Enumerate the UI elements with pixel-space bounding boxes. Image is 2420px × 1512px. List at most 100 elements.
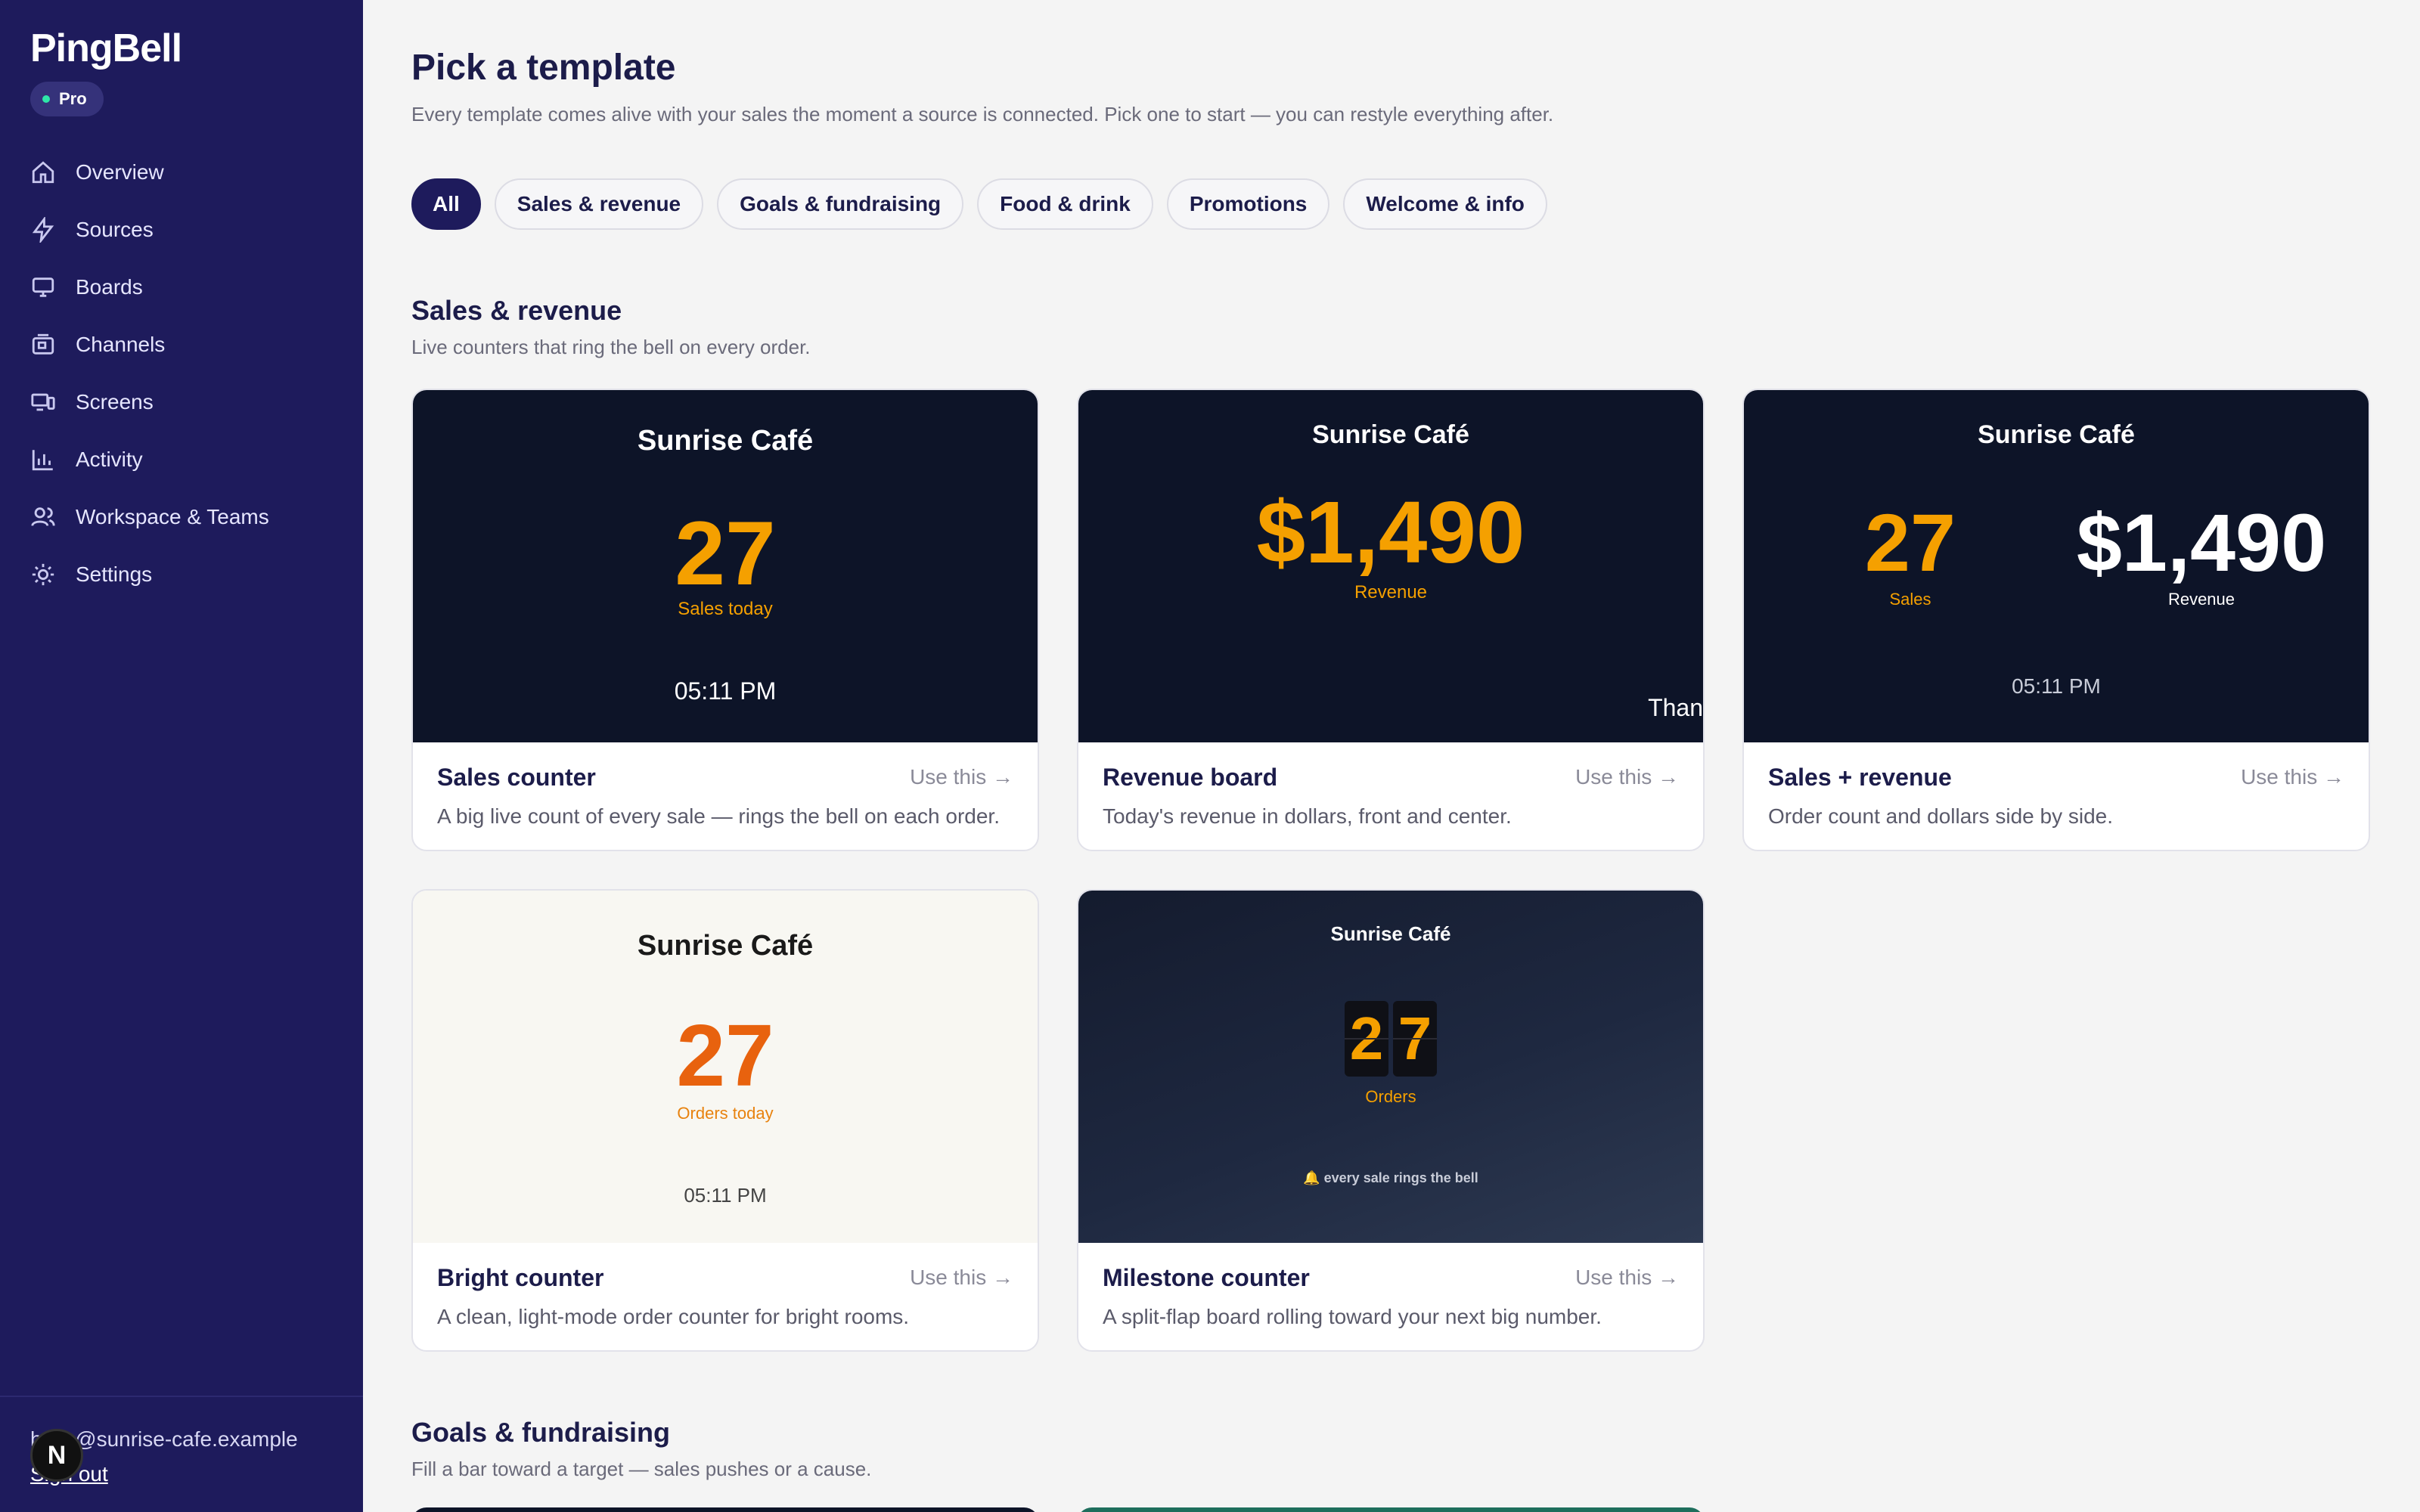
sidebar-item-label: Sources: [76, 218, 154, 241]
card-description: A big live count of every sale — rings t…: [437, 804, 1000, 828]
sidebar-item-label: Channels: [76, 333, 166, 356]
template-preview: Sunrise Café 27 Sales today 05:11 PM: [413, 390, 1038, 742]
template-preview: Sunrise Café 27 Orders today 05:11 PM: [413, 891, 1038, 1243]
split-flap-display: 2 7: [1345, 1001, 1437, 1077]
template-card-milestone-counter[interactable]: Sunrise Café 2 7 Orders 🔔 every sale rin…: [1077, 889, 1705, 1352]
card-footer: Revenue board Use this → Today's revenue…: [1103, 742, 1679, 850]
flap-digit: 7: [1393, 1001, 1437, 1077]
card-description: A clean, light-mode order counter for br…: [437, 1305, 910, 1328]
preview-venue-name: Sunrise Café: [1330, 922, 1451, 945]
sidebar-item-label: Settings: [76, 562, 153, 586]
card-title: Milestone counter: [1103, 1264, 1310, 1291]
monitor-icon: [30, 274, 56, 300]
channels-icon: [30, 332, 56, 358]
card-footer: Milestone counter Use this → A split-fla…: [1103, 1243, 1679, 1350]
preview-time: 05:11 PM: [2012, 674, 2101, 698]
brand-logo[interactable]: PingBell: [30, 26, 182, 71]
template-card-goal-partial[interactable]: [411, 1507, 1039, 1512]
section-subtitle-sales: Live counters that ring the bell on ever…: [411, 336, 811, 358]
chart-icon: [30, 447, 56, 472]
sidebar-item-channels[interactable]: Channels: [30, 316, 333, 373]
sidebar-item-label: Workspace & Teams: [76, 505, 269, 528]
preview-revenue: $1,490: [1256, 483, 1525, 581]
template-card-revenue-board[interactable]: Sunrise Café $1,490 Revenue Than Revenue…: [1077, 389, 1705, 851]
preview-revenue: $1,490: [2076, 497, 2327, 588]
card-footer: Sales + revenue Use this → Order count a…: [1768, 742, 2344, 850]
sidebar-item-overview[interactable]: Overview: [30, 144, 333, 201]
filter-welcome-info[interactable]: Welcome & info: [1343, 178, 1547, 230]
preview-caption: Orders today: [677, 1104, 774, 1123]
preview-revenue-caption: Revenue: [2167, 590, 2235, 609]
card-title: Sales counter: [437, 764, 596, 791]
preview-venue-name: Sunrise Café: [1312, 420, 1469, 449]
preview-tagline: 🔔 every sale rings the bell: [1303, 1170, 1478, 1185]
filter-promotions[interactable]: Promotions: [1166, 178, 1330, 230]
card-description: Today's revenue in dollars, front and ce…: [1103, 804, 1512, 828]
template-preview: Sunrise Café $1,490 Revenue Than: [1078, 390, 1703, 742]
filter-all[interactable]: All: [411, 178, 481, 230]
avatar[interactable]: N: [30, 1429, 83, 1482]
sidebar-nav: Overview Sources Boards Channels Screens…: [30, 144, 333, 603]
sidebar-item-activity[interactable]: Activity: [30, 431, 333, 488]
use-template-link[interactable]: Use this →: [1575, 1266, 1679, 1290]
sidebar-item-label: Screens: [76, 390, 154, 414]
plan-badge: Pro: [30, 82, 104, 116]
filter-sales-revenue[interactable]: Sales & revenue: [494, 178, 704, 230]
page-subtitle: Every template comes alive with your sal…: [411, 103, 1554, 125]
sidebar-item-settings[interactable]: Settings: [30, 546, 333, 603]
preview-caption: Orders: [1365, 1087, 1416, 1106]
flap-digit: 2: [1345, 1001, 1388, 1077]
sidebar-item-label: Boards: [76, 275, 143, 299]
preview-caption: Revenue: [1354, 582, 1428, 603]
section-title-goals: Goals & fundraising: [411, 1417, 671, 1448]
preview-count: 27: [676, 1006, 774, 1105]
section-title-sales: Sales & revenue: [411, 295, 622, 326]
use-template-link[interactable]: Use this →: [2241, 765, 2344, 789]
sidebar-item-label: Activity: [76, 448, 143, 471]
preview-count: 27: [675, 503, 776, 604]
preview-venue-name: Sunrise Café: [637, 425, 814, 457]
preview-count-caption: Sales: [1889, 590, 1931, 609]
preview-venue-name: Sunrise Café: [1978, 420, 2135, 449]
template-preview: Sunrise Café 27 Sales $1,490 Revenue 05:…: [1744, 390, 2369, 742]
template-card-goal-partial[interactable]: [1077, 1507, 1705, 1512]
preview-time: 05:11 PM: [674, 677, 777, 705]
sidebar-item-label: Overview: [76, 160, 164, 184]
template-card-sales-revenue[interactable]: Sunrise Café 27 Sales $1,490 Revenue 05:…: [1742, 389, 2370, 851]
preview-caption: Sales today: [678, 599, 773, 619]
sidebar: PingBell Pro Overview Sources Boards Cha…: [0, 0, 363, 1512]
card-title: Revenue board: [1103, 764, 1278, 791]
preview-time: 05:11 PM: [684, 1184, 767, 1207]
filter-food-drink[interactable]: Food & drink: [977, 178, 1153, 230]
sidebar-item-screens[interactable]: Screens: [30, 373, 333, 431]
card-title: Bright counter: [437, 1264, 604, 1291]
page-title: Pick a template: [411, 48, 676, 88]
users-icon: [30, 504, 56, 530]
use-template-link[interactable]: Use this →: [910, 1266, 1013, 1290]
screens-icon: [30, 389, 56, 415]
bolt-icon: [30, 217, 56, 243]
sidebar-item-boards[interactable]: Boards: [30, 259, 333, 316]
card-description: A split-flap board rolling toward your n…: [1103, 1305, 1602, 1328]
sidebar-item-workspace[interactable]: Workspace & Teams: [30, 488, 333, 546]
preview-ticker: Than: [1648, 694, 1703, 721]
card-title: Sales + revenue: [1768, 764, 1952, 791]
template-filters: All Sales & revenue Goals & fundraising …: [411, 178, 1547, 230]
plan-label: Pro: [59, 89, 87, 108]
card-footer: Bright counter Use this → A clean, light…: [437, 1243, 1013, 1350]
template-preview: Sunrise Café 2 7 Orders 🔔 every sale rin…: [1078, 891, 1703, 1243]
home-icon: [30, 160, 56, 185]
use-template-link[interactable]: Use this →: [1575, 765, 1679, 789]
section-subtitle-goals: Fill a bar toward a target — sales pushe…: [411, 1458, 872, 1480]
use-template-link[interactable]: Use this →: [910, 765, 1013, 789]
card-footer: Sales counter Use this → A big live coun…: [437, 742, 1013, 850]
preview-venue-name: Sunrise Café: [637, 930, 814, 962]
sidebar-item-sources[interactable]: Sources: [30, 201, 333, 259]
user-panel: hello@sunrise-cafe.example Sign out N: [0, 1396, 363, 1512]
preview-count: 27: [1864, 497, 1956, 588]
template-card-sales-counter[interactable]: Sunrise Café 27 Sales today 05:11 PM Sal…: [411, 389, 1039, 851]
filter-goals-fundraising[interactable]: Goals & fundraising: [717, 178, 964, 230]
card-description: Order count and dollars side by side.: [1768, 804, 2114, 828]
status-dot-icon: [42, 95, 50, 103]
template-card-bright-counter[interactable]: Sunrise Café 27 Orders today 05:11 PM Br…: [411, 889, 1039, 1352]
